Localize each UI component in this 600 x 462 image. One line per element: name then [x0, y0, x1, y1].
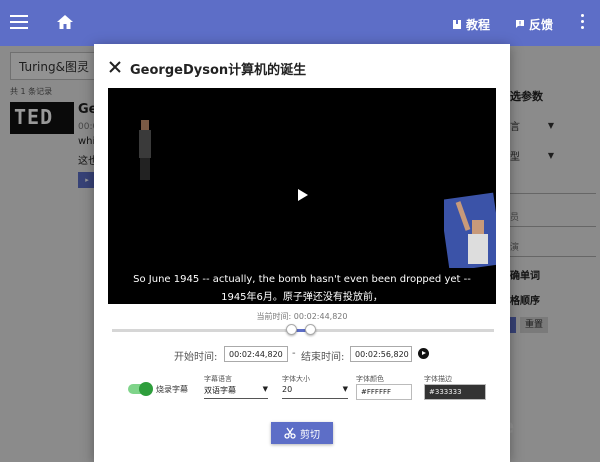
subtitle-language-value: 双语字幕	[204, 386, 236, 395]
font-size-label: 字体大小	[282, 375, 310, 383]
cut-label: 剪切	[300, 429, 320, 441]
preview-play-icon[interactable]	[418, 348, 429, 359]
scissors-icon	[284, 427, 296, 439]
cut-button[interactable]: 剪切	[271, 422, 333, 444]
burn-subtitle-label: 烧录字幕	[156, 385, 188, 394]
subtitle-chinese: 1945年6月。原子弹还没有投放前，	[221, 292, 383, 303]
home-icon[interactable]	[56, 13, 74, 34]
font-size-value: 20	[282, 385, 293, 394]
end-time-label: 结束时间:	[301, 352, 345, 363]
stroke-color-label: 字体描边	[424, 375, 452, 383]
subtitle-english: So June 1945 -- actually, the bomb hasn'…	[133, 274, 471, 285]
subtitle-language-select[interactable]: 双语字幕 ▼	[204, 385, 268, 399]
feedback-button[interactable]: 反馈	[515, 16, 553, 33]
play-icon[interactable]	[298, 189, 308, 201]
more-vert-icon[interactable]	[580, 14, 586, 32]
book-icon	[453, 20, 461, 29]
close-icon[interactable]	[108, 60, 122, 74]
video-player[interactable]: So June 1945 -- actually, the bomb hasn'…	[108, 88, 496, 304]
tutorial-label: 教程	[466, 18, 491, 32]
start-time-label: 开始时间:	[174, 352, 218, 363]
font-size-select[interactable]: 20 ▼	[282, 385, 348, 399]
start-time-input[interactable]: 00:02:44,820	[224, 346, 288, 362]
burn-subtitle-toggle[interactable]	[128, 382, 153, 396]
dialog-title: GeorgeDyson计算机的诞生	[130, 63, 307, 78]
range-slider-track[interactable]	[112, 329, 494, 332]
chevron-down-icon: ▼	[262, 385, 268, 393]
feedback-label: 反馈	[529, 18, 554, 32]
range-separator: -	[292, 348, 296, 359]
font-color-input[interactable]: #FFFFFF	[356, 384, 412, 400]
current-time: 当前时间: 00:02:44,820	[256, 312, 348, 321]
menu-icon[interactable]	[10, 15, 28, 29]
end-time-input[interactable]: 00:02:56,820	[350, 346, 412, 362]
subtitle-language-label: 字幕语言	[204, 375, 232, 383]
speaker-thumbnail-right	[444, 192, 496, 268]
range-end-handle[interactable]	[305, 324, 317, 335]
chevron-down-icon: ▼	[342, 385, 348, 393]
feedback-icon	[516, 20, 524, 28]
speaker-figure-left	[139, 120, 151, 180]
range-start-handle[interactable]	[286, 324, 298, 335]
app-bar: 教程 反馈	[0, 0, 600, 46]
tutorial-button[interactable]: 教程	[452, 16, 490, 33]
font-color-label: 字体颜色	[356, 375, 384, 383]
stroke-color-input[interactable]: #333333	[424, 384, 486, 400]
clip-dialog: GeorgeDyson计算机的诞生 So June 1945 -- actual…	[94, 44, 510, 462]
